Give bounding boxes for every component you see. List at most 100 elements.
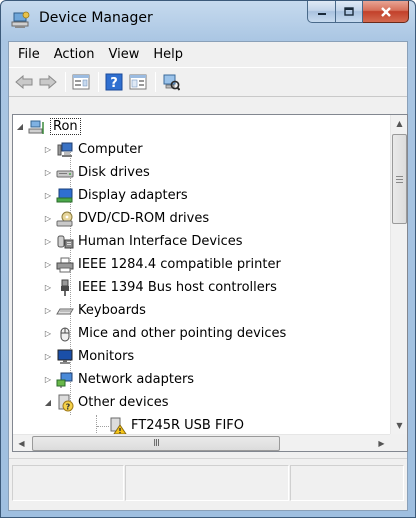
tree-item-display-adapters[interactable]: ▷ Display adapters [43,184,188,207]
tree-item-ieee1394[interactable]: ▷ IEEE 1394 Bus host controllers [43,276,277,299]
display-adapter-icon [56,188,73,202]
tree-item-label: Network adapters [78,372,195,387]
mouse-icon [60,327,70,341]
svg-text:?: ? [110,76,118,91]
close-button[interactable] [363,1,409,23]
tree-item-label: Monitors [78,349,135,364]
view-icon [129,74,147,90]
client-area: File Action View Help ? ◢ Ron ▷ Computer… [8,41,408,511]
dvd-drive-icon [56,211,73,226]
tree-root[interactable]: ◢ Ron [15,115,81,138]
view-button[interactable] [127,71,149,93]
horizontal-scroll-thumb[interactable]: III [32,436,280,451]
tree-item-hid[interactable]: ▷ Human Interface Devices [43,230,243,253]
status-pane [125,465,289,501]
tree-item-label: Display adapters [78,188,188,203]
status-bar [9,458,407,510]
unknown-device-icon: ? [58,394,74,411]
scan-hardware-icon [163,74,180,91]
minimize-icon [317,12,326,15]
tree-item-label: Mice and other pointing devices [78,326,287,341]
back-button[interactable] [13,71,35,93]
expand-arrow-icon[interactable]: ▷ [43,145,53,155]
toolbar-separator [98,72,99,92]
properties-button[interactable] [70,71,92,93]
vertical-scrollbar[interactable]: ▲ ▼ [390,115,407,434]
maximize-button[interactable] [336,1,363,23]
scroll-corner [390,434,407,451]
tree-item-label: Computer [78,142,143,157]
title-bar[interactable]: Device Manager [1,1,415,41]
expand-arrow-icon[interactable]: ▷ [43,375,53,385]
scroll-up-arrow-icon[interactable]: ▲ [391,115,407,132]
menu-action[interactable]: Action [47,44,102,65]
maximize-icon [344,6,354,16]
computer-network-icon [28,120,44,134]
tree-connector [97,426,109,427]
tree-item-label: FT245R USB FIFO [131,418,245,433]
expand-arrow-icon[interactable]: ▷ [43,168,53,178]
toolbar: ? [9,67,407,97]
toolbar-separator [155,72,156,92]
tree-item-printer[interactable]: ▷ IEEE 1284.4 compatible printer [43,253,281,276]
device-manager-icon [11,11,30,28]
toolbar-separator [65,72,66,92]
tree-item-network-adapters[interactable]: ▷ Network adapters [43,368,194,391]
scroll-down-arrow-icon[interactable]: ▼ [391,417,407,434]
tree-item-monitors[interactable]: ▷ Monitors [43,345,134,368]
tree-item-label: Disk drives [78,165,150,180]
tree-item-mice[interactable]: ▷ Mice and other pointing devices [43,322,286,345]
svg-text:?: ? [66,402,71,411]
tree-item-label: IEEE 1284.4 compatible printer [78,257,281,272]
help-button[interactable]: ? [103,71,125,93]
expand-arrow-icon[interactable]: ▷ [43,260,53,270]
collapse-arrow-icon[interactable]: ◢ [15,122,25,132]
status-pane [12,465,124,501]
menu-view[interactable]: View [101,44,146,65]
menu-file[interactable]: File [11,44,47,65]
forward-button[interactable] [37,71,59,93]
scan-hardware-button[interactable] [160,71,182,93]
expand-arrow-icon[interactable]: ▷ [43,329,53,339]
tree-item-label: Keyboards [78,303,146,318]
monitor-icon [57,349,73,364]
tree-root-label: Ron [50,118,81,135]
window-title: Device Manager [39,10,153,26]
tree-item-keyboards[interactable]: ▷ Keyboards [43,299,146,322]
scroll-right-arrow-icon[interactable]: ▶ [373,435,390,451]
tree-item-computer[interactable]: ▷ Computer [43,138,143,161]
minimize-button[interactable] [307,1,336,23]
help-icon: ? [105,73,123,91]
expand-arrow-icon[interactable]: ▷ [43,306,53,316]
caption-buttons [307,1,409,23]
tree-item-dvd-drives[interactable]: ▷ DVD/CD-ROM drives [43,207,209,230]
expand-arrow-icon[interactable]: ▷ [43,283,53,293]
menu-bar: File Action View Help [9,42,407,66]
expand-arrow-icon[interactable]: ▷ [43,237,53,247]
network-adapter-icon [56,372,73,388]
back-arrow-icon [15,75,33,89]
expand-arrow-icon[interactable]: ▷ [43,214,53,224]
printer-icon [56,257,74,272]
close-icon [380,6,391,17]
menu-help[interactable]: Help [146,44,190,65]
computer-icon [57,142,73,157]
device-manager-window: Device Manager File Action View Help ? ◢… [0,0,416,518]
status-pane [290,465,404,501]
horizontal-scrollbar[interactable]: ◀ III ▶ [13,434,390,451]
warning-device-icon [110,417,127,434]
collapse-arrow-icon[interactable]: ◢ [43,398,53,408]
keyboard-icon [56,308,74,314]
tree-item-disk-drives[interactable]: ▷ Disk drives [43,161,150,184]
expand-arrow-icon[interactable]: ▷ [43,191,53,201]
tree-item-label: Human Interface Devices [78,234,243,249]
vertical-scroll-thumb[interactable] [392,134,407,224]
grip-icon: III [153,438,160,449]
properties-icon [72,74,90,90]
device-tree[interactable]: ◢ Ron ▷ Computer ▷ Disk drives ▷ Display… [12,114,408,452]
tree-item-label: Other devices [78,395,169,410]
scroll-left-arrow-icon[interactable]: ◀ [13,435,30,451]
grip-icon [396,175,403,183]
tree-item-other-devices[interactable]: ◢ ? Other devices [43,391,169,414]
expand-arrow-icon[interactable]: ▷ [43,352,53,362]
